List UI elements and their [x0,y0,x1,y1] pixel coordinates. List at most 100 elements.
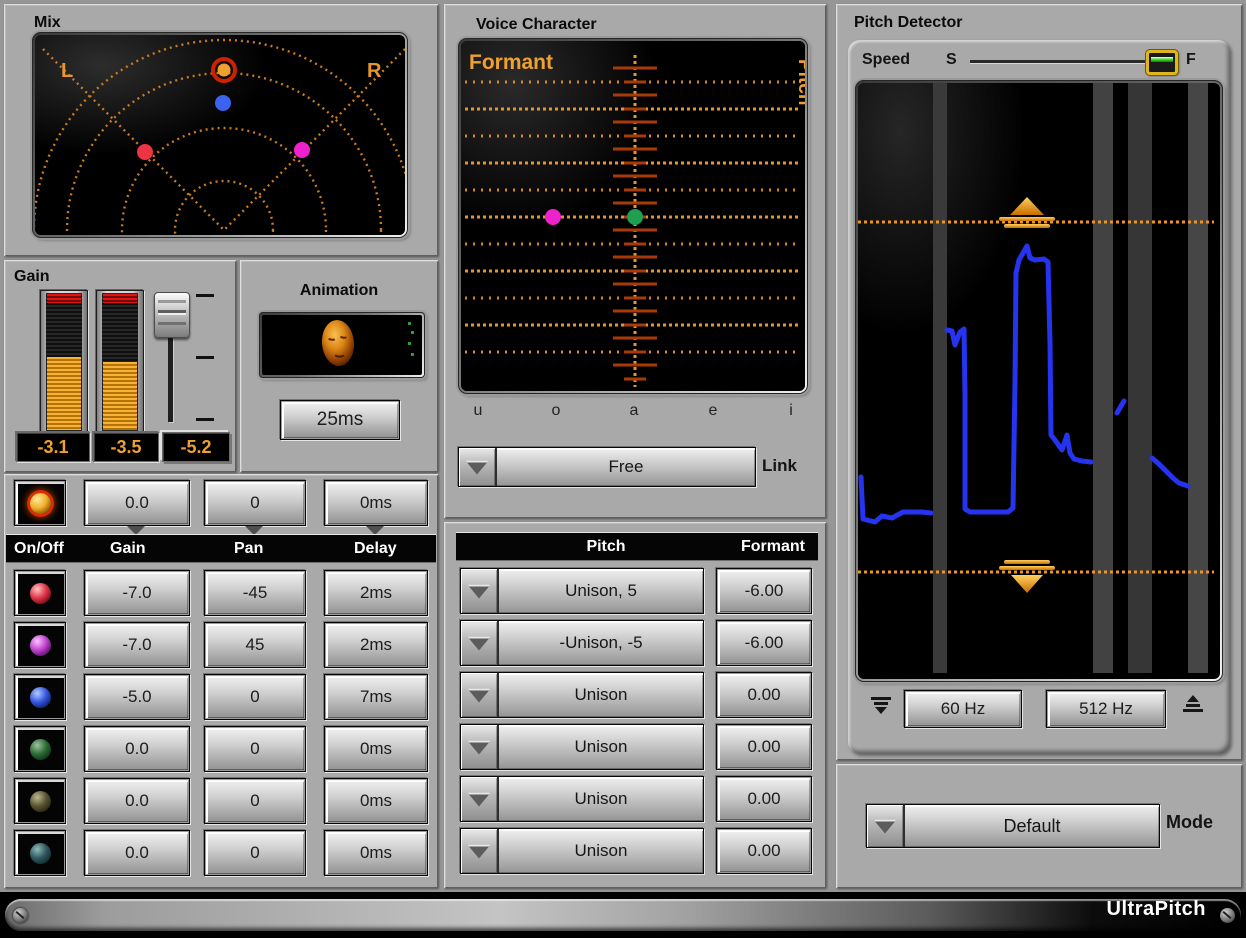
mix-left-channel-label: L [61,60,73,82]
gain-meter-left [40,290,88,434]
formant-dot-green[interactable] [627,209,643,225]
link-label: Link [762,456,797,476]
header-pan: Pan [234,535,263,562]
voice3-gain-button[interactable]: -5.0 [84,674,190,720]
mix-title: Mix [34,14,61,32]
speed-slider-track[interactable] [970,60,1146,63]
mix-voice-dot-master[interactable] [218,64,231,77]
formant-pitch-grid: Formant Pitch [461,41,805,391]
voice5-gain-button[interactable]: 0.0 [84,778,190,824]
voice-character-display-frame: Formant Pitch [458,38,808,394]
pitch-detector-panel: Pitch Detector Speed S F [836,4,1242,760]
mode-dropdown[interactable]: Default [866,804,1160,848]
formant4-button[interactable]: 0.00 [716,724,812,770]
speed-slow-label: S [946,51,957,69]
animation-display-frame [259,312,425,378]
voice2-pan-button[interactable]: 45 [204,622,306,668]
mix-right-channel-label: R [367,60,382,82]
header-onoff: On/Off [14,535,64,562]
pitch-detector-display-frame [855,80,1223,682]
voice2-onoff-button[interactable] [14,622,66,668]
voice3-delay-button[interactable]: 7ms [324,674,428,720]
pitch-detector-display[interactable] [858,83,1220,679]
voice4-pan-button[interactable]: 0 [204,726,306,772]
voice4-delay-button[interactable]: 0ms [324,726,428,772]
voice1-pan-button[interactable]: -45 [204,570,306,616]
mix-voice-dot-magenta[interactable] [294,142,310,158]
voice1-delay-button[interactable]: 2ms [324,570,428,616]
voice6-pan-button[interactable]: 0 [204,830,306,876]
voice2-gain-button[interactable]: -7.0 [84,622,190,668]
header-delay: Delay [354,535,397,562]
formant2-button[interactable]: -6.00 [716,620,812,666]
mode-dropdown-arrow-icon[interactable] [867,805,905,847]
pitch3-dropdown[interactable]: Unison [460,672,704,718]
pitch-trace-graphic [858,83,1214,673]
voice6-onoff-button[interactable] [14,830,66,876]
master-delay-button[interactable]: 0ms [324,480,428,526]
animation-latency-button[interactable]: 25ms [280,400,400,440]
max-freq-button[interactable]: 512 Hz [1046,690,1166,728]
mix-display-frame: L R [32,32,408,238]
voices-panel: 0.0 0 0ms On/Off Gain Pan Delay -7.0 -45… [4,474,438,888]
master-pan-button[interactable]: 0 [204,480,306,526]
link-mode-dropdown-arrow-icon[interactable] [459,448,497,486]
gain-panel: Gain -3.1 -3.5 -5.2 [4,260,236,472]
header-pitch: Pitch [546,533,666,560]
master-onoff-button[interactable] [14,480,66,526]
master-gain-button[interactable]: 0.0 [84,480,190,526]
pitch2-dropdown[interactable]: -Unison, -5 [460,620,704,666]
formant5-button[interactable]: 0.00 [716,776,812,822]
formant3-button[interactable]: 0.00 [716,672,812,718]
max-freq-increase-icon[interactable] [1182,694,1206,714]
voice-character-title: Voice Character [476,16,597,34]
voice3-onoff-button[interactable] [14,674,66,720]
voice5-pan-button[interactable]: 0 [204,778,306,824]
speed-slider-handle[interactable] [1146,50,1178,75]
pitch1-dropdown-arrow-icon[interactable] [461,569,499,613]
voice4-onoff-button[interactable] [14,726,66,772]
voice-character-panel: Voice Character [444,4,826,518]
vowel-e: e [702,402,724,420]
voice5-delay-button[interactable]: 0ms [324,778,428,824]
voice2-delay-button[interactable]: 2ms [324,622,428,668]
voice6-delay-button[interactable]: 0ms [324,830,428,876]
vowel-i: i [780,402,802,420]
pitch3-dropdown-arrow-icon[interactable] [461,673,499,717]
mix-voice-dot-blue[interactable] [215,95,231,111]
voice-character-display[interactable]: Formant Pitch [461,41,805,391]
voice1-onoff-button[interactable] [14,570,66,616]
mix-display[interactable]: L R [35,35,405,235]
link-mode-dropdown[interactable]: Free [458,447,756,487]
vowel-o: o [545,402,567,420]
mix-panel: Mix [4,4,438,256]
animation-face-graphic [262,315,416,369]
voice6-gain-button[interactable]: 0.0 [84,830,190,876]
voice1-gain-button[interactable]: -7.0 [84,570,190,616]
vowel-a: a [623,402,645,420]
mix-voice-dot-red[interactable] [137,144,153,160]
formant6-button[interactable]: 0.00 [716,828,812,874]
min-freq-decrease-icon[interactable] [870,696,894,716]
min-freq-button[interactable]: 60 Hz [904,690,1022,728]
mode-panel: Default Mode [836,764,1242,888]
pitch5-dropdown-arrow-icon[interactable] [461,777,499,821]
mode-label: Mode [1166,812,1213,833]
pitch6-dropdown[interactable]: Unison [460,828,704,874]
pitch2-dropdown-arrow-icon[interactable] [461,621,499,665]
gain-fader-handle[interactable] [154,292,190,338]
pitch4-dropdown-arrow-icon[interactable] [461,725,499,769]
formant1-button[interactable]: -6.00 [716,568,812,614]
voice3-pan-button[interactable]: 0 [204,674,306,720]
pitch1-dropdown[interactable]: Unison, 5 [460,568,704,614]
formant-dot-magenta[interactable] [545,209,561,225]
gain-meter-right [96,290,144,434]
voice5-onoff-button[interactable] [14,778,66,824]
voice6-led-icon [30,843,51,864]
voice4-gain-button[interactable]: 0.0 [84,726,190,772]
animation-panel: Animation [240,260,438,472]
pitch5-dropdown[interactable]: Unison [460,776,704,822]
pitch6-dropdown-arrow-icon[interactable] [461,829,499,873]
pitch4-dropdown[interactable]: Unison [460,724,704,770]
header-formant: Formant [718,533,828,560]
